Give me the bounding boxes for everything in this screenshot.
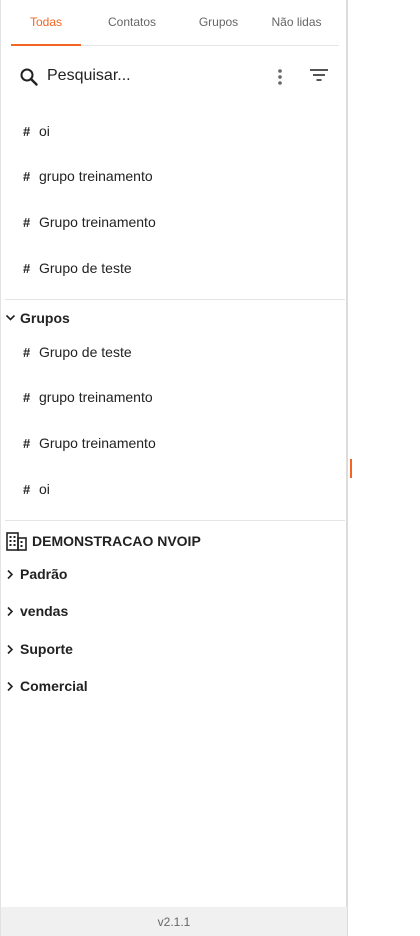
tab-contatos[interactable]: Contatos	[81, 0, 183, 45]
channel-name: oi	[39, 123, 50, 139]
channel-item[interactable]: # Grupo treinamento	[23, 211, 156, 233]
divider	[5, 299, 345, 300]
hash-icon: #	[23, 124, 31, 139]
hash-icon: #	[23, 436, 31, 451]
department-padrao[interactable]: Padrão	[5, 563, 67, 585]
channel-item[interactable]: # oi	[23, 120, 50, 142]
group-item[interactable]: # grupo treinamento	[23, 386, 153, 408]
chevron-right-icon	[5, 600, 20, 622]
version-label: v2.1.1	[157, 915, 191, 929]
chevron-right-icon	[5, 638, 20, 660]
department-suporte[interactable]: Suporte	[5, 638, 73, 660]
search-bar	[11, 55, 339, 99]
hash-icon: #	[23, 261, 31, 276]
hash-icon: #	[23, 169, 31, 184]
search-icon[interactable]	[19, 67, 39, 87]
version-footer: v2.1.1	[1, 907, 347, 936]
group-item[interactable]: # Grupo treinamento	[23, 432, 156, 454]
hash-icon: #	[23, 215, 31, 230]
divider	[5, 520, 345, 521]
group-name: oi	[39, 481, 50, 497]
department-comercial[interactable]: Comercial	[5, 675, 88, 697]
group-name: grupo treinamento	[39, 389, 153, 405]
channel-item[interactable]: # Grupo de teste	[23, 257, 132, 279]
app: Todas Contatos Grupos Não lidas Pesquisa…	[0, 0, 420, 936]
tab-todas[interactable]: Todas	[11, 0, 81, 46]
group-item[interactable]: # Grupo de teste	[23, 341, 132, 363]
group-name: Grupo treinamento	[39, 435, 156, 451]
panel-resize-handle[interactable]	[350, 459, 352, 478]
chat-list-panel: Todas Contatos Grupos Não lidas Pesquisa…	[0, 0, 348, 936]
department-name: vendas	[20, 603, 69, 619]
filter-tabs: Todas Contatos Grupos Não lidas	[11, 0, 339, 46]
chevron-right-icon	[5, 675, 20, 697]
chevron-down-icon	[5, 307, 20, 329]
chevron-right-icon	[5, 563, 20, 585]
group-name: Grupo de teste	[39, 344, 132, 360]
channel-name: Grupo de teste	[39, 260, 132, 276]
tab-grupos[interactable]: Grupos	[183, 0, 254, 45]
groups-section-toggle[interactable]: Grupos	[5, 307, 70, 329]
channel-name: Grupo treinamento	[39, 214, 156, 230]
groups-section-title: Grupos	[20, 310, 70, 326]
group-item[interactable]: # oi	[23, 478, 50, 500]
hash-icon: #	[23, 390, 31, 405]
building-icon	[6, 530, 32, 552]
search-input[interactable]	[47, 63, 257, 89]
more-vert-icon[interactable]	[270, 65, 290, 89]
department-vendas[interactable]: vendas	[5, 600, 68, 622]
channel-item[interactable]: # grupo treinamento	[23, 165, 153, 187]
channel-name: grupo treinamento	[39, 168, 153, 184]
department-name: Comercial	[20, 678, 88, 694]
organization-header: DEMONSTRACAO NVOIP	[6, 530, 201, 552]
tab-nao-lidas[interactable]: Não lidas	[254, 0, 339, 45]
chat-content-area	[349, 0, 420, 936]
department-name: Padrão	[20, 566, 68, 582]
department-name: Suporte	[20, 641, 73, 657]
hash-icon: #	[23, 345, 31, 360]
organization-name: DEMONSTRACAO NVOIP	[32, 533, 201, 549]
filter-icon[interactable]	[307, 65, 331, 85]
hash-icon: #	[23, 482, 31, 497]
